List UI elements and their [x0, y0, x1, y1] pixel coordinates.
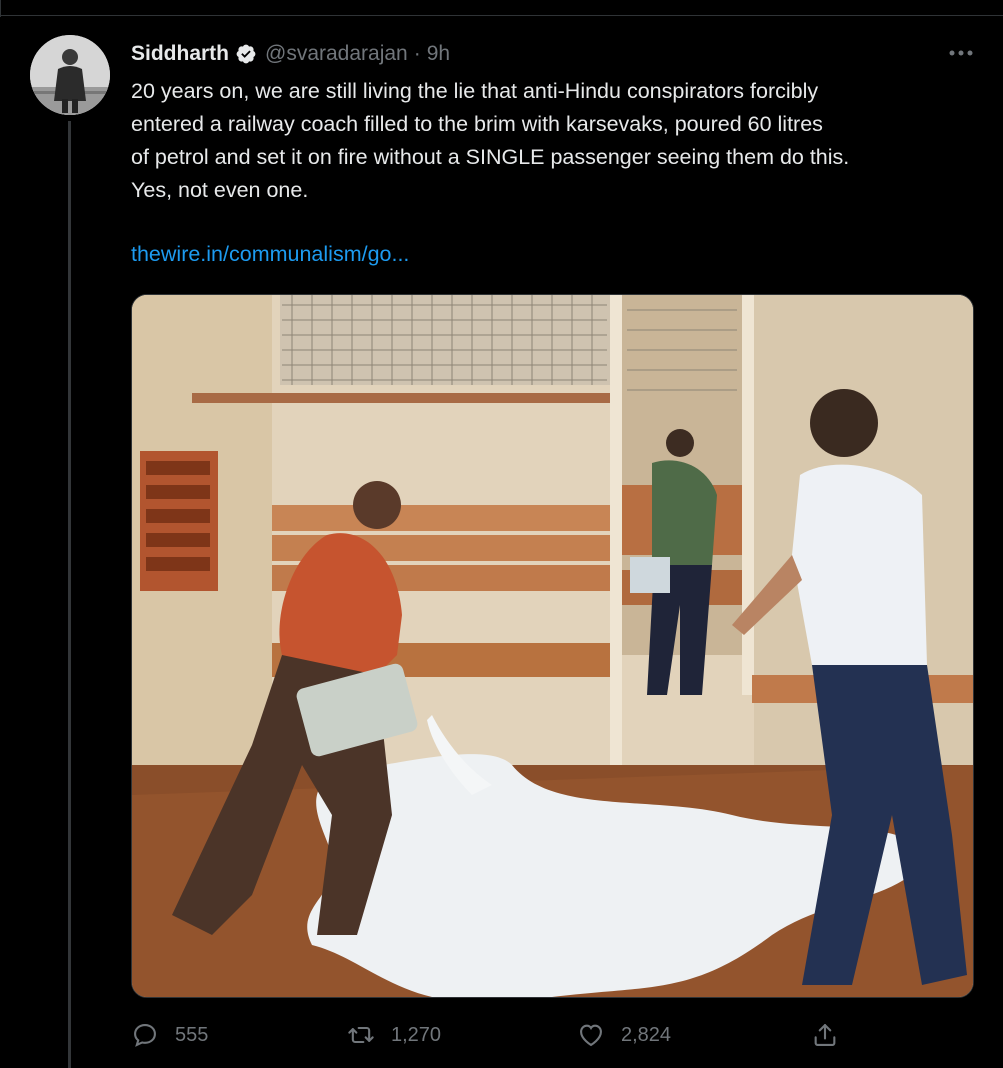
- like-button[interactable]: 2,824: [577, 1017, 671, 1053]
- thread-line: [68, 121, 71, 1068]
- avatar-image: [30, 35, 110, 115]
- timestamp[interactable]: 9h: [427, 42, 450, 66]
- tweet-header: Siddharth @svaradarajan · 9h: [131, 39, 450, 69]
- verified-badge-icon: [236, 44, 256, 64]
- like-icon: [580, 1024, 602, 1047]
- retweet-icon: [348, 1026, 374, 1044]
- tweet-text-line: of petrol and set it on fire without a S…: [131, 145, 850, 169]
- tweet-actions: 555 1,270 2,824: [131, 1017, 851, 1053]
- separator-dot: ·: [413, 42, 421, 65]
- share-button[interactable]: [811, 1017, 839, 1053]
- article-link[interactable]: thewire.in/communalism/go...: [131, 242, 409, 267]
- reply-icon: [134, 1024, 156, 1047]
- avatar[interactable]: [30, 35, 110, 115]
- tweet-text-line: 20 years on, we are still living the lie…: [131, 79, 819, 103]
- tweet-text-line: entered a railway coach filled to the br…: [131, 112, 823, 136]
- tweet[interactable]: Siddharth @svaradarajan · 9h 20 years on…: [0, 17, 1003, 1068]
- share-icon: [814, 1024, 836, 1046]
- tweet-text-line: Yes, not even one.: [131, 178, 309, 202]
- display-name[interactable]: Siddharth: [131, 42, 229, 66]
- more-options-button[interactable]: [944, 41, 978, 65]
- reply-button[interactable]: 555: [131, 1017, 208, 1053]
- retweet-button[interactable]: 1,270: [347, 1017, 441, 1053]
- like-count: 2,824: [621, 1023, 672, 1046]
- author-handle[interactable]: @svaradarajan: [265, 42, 408, 66]
- reply-count: 555: [175, 1023, 209, 1046]
- more-options-icon: [949, 50, 973, 56]
- tweet-text: 20 years on, we are still living the lie…: [131, 75, 981, 207]
- top-bar: [0, 0, 1003, 16]
- illustration-railway-coach: [132, 295, 973, 997]
- retweet-count: 1,270: [391, 1023, 442, 1046]
- tweet-image[interactable]: [131, 294, 974, 998]
